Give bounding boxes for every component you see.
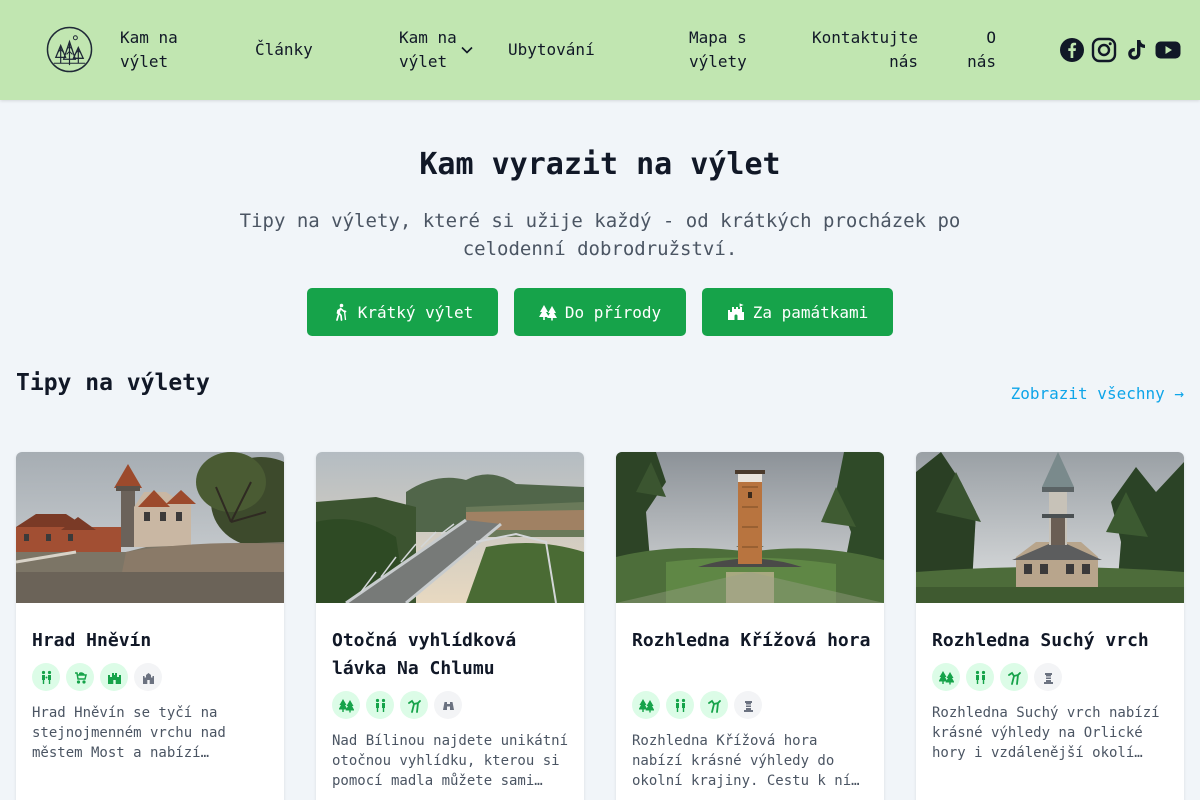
castle-icon xyxy=(727,303,744,320)
trees-icon xyxy=(932,663,960,691)
nav-label: nás xyxy=(967,52,996,71)
card-title-text: Rozhledna Křížová hora xyxy=(632,630,871,651)
chevron-down-icon[interactable] xyxy=(460,43,474,57)
description-line: městem Most a nabízí… xyxy=(32,745,210,761)
show-all-link[interactable]: Zobrazit všechny → xyxy=(1011,383,1184,405)
nav-label: Kam na xyxy=(399,28,457,47)
card-image[interactable] xyxy=(916,452,1184,603)
facebook-icon[interactable] xyxy=(1059,37,1085,63)
nav-kam-na-vylet[interactable]: Kam na výlet xyxy=(120,26,178,74)
subtitle-line: celodenní dobrodružství. xyxy=(462,238,738,260)
nav-kam-na-vylet-dropdown[interactable]: Kam na výlet xyxy=(399,26,457,74)
instagram-icon[interactable] xyxy=(1091,37,1117,63)
section-title: Tipy na výlety xyxy=(16,370,210,396)
stroller-icon xyxy=(66,663,94,691)
nav-label: nás xyxy=(889,52,918,71)
youtube-icon[interactable] xyxy=(1155,37,1181,63)
bike-icon xyxy=(700,691,728,719)
description-line: okolní krajiny. Cestu k ní… xyxy=(632,773,860,789)
trip-card-krizova-hora[interactable]: Rozhledna Křížová hora Rozhledna Křížová… xyxy=(616,452,884,800)
nav-ubytovani[interactable]: Ubytování xyxy=(508,38,595,62)
trees-icon xyxy=(332,691,360,719)
subtitle-line: Tipy na výlety, které si užije každý - o… xyxy=(239,210,961,232)
card-description: Nad Bílinou najdete unikátní otočnou vyh… xyxy=(332,731,572,791)
trip-card-hrad-hnevin[interactable]: Hrad Hněvín Hrad Hněvín se tyčí na stejn… xyxy=(16,452,284,800)
family-icon xyxy=(32,663,60,691)
family-icon xyxy=(966,663,994,691)
nav-mapa-s-vylety[interactable]: Mapa s výlety xyxy=(689,26,747,74)
description-line: pomocí madla můžete sami… xyxy=(332,773,543,789)
nav-label: výlet xyxy=(399,52,448,71)
nature-button[interactable]: Do přírody xyxy=(514,288,686,336)
nav-kontaktujte-nas[interactable]: Kontaktujte nás xyxy=(812,26,918,74)
nav-clanky[interactable]: Články xyxy=(255,38,313,62)
trip-card-suchy-vrch[interactable]: Rozhledna Suchý vrch Rozhledna Suchý vrc… xyxy=(916,452,1184,800)
tiktok-icon[interactable] xyxy=(1124,37,1148,63)
description-line: krásné výhledy na Orlické xyxy=(932,725,1143,741)
card-tags xyxy=(332,691,462,719)
nav-label: výlet xyxy=(120,52,169,71)
site-header: Kam na výlet Články Kam na výlet Ubytová… xyxy=(0,0,1200,100)
card-tags xyxy=(932,663,1062,691)
card-description: Rozhledna Křížová hora nabízí krásné výh… xyxy=(632,731,872,791)
description-line: Hrad Hněvín se tyčí na xyxy=(32,705,218,721)
nav-label: Kontaktujte xyxy=(812,28,918,47)
monuments-button[interactable]: Za památkami xyxy=(702,288,893,336)
description-line: otočnou vyhlídku, kterou si xyxy=(332,753,560,769)
nav-label: výlety xyxy=(689,52,747,71)
bike-icon xyxy=(400,691,428,719)
nav-label: Kam na xyxy=(120,28,178,47)
nav-label: Články xyxy=(255,40,313,59)
card-image[interactable] xyxy=(316,452,584,603)
card-title[interactable]: Rozhledna Křížová hora xyxy=(632,627,872,655)
nav-label: Mapa s xyxy=(689,28,747,47)
card-description: Rozhledna Suchý vrch nabízí krásné výhle… xyxy=(932,703,1172,763)
description-line: nabízí krásné výhledy do xyxy=(632,753,835,769)
button-label: Do přírody xyxy=(564,302,662,322)
card-tags xyxy=(632,691,762,719)
family-icon xyxy=(366,691,394,719)
card-image[interactable] xyxy=(16,452,284,603)
description-line: hory i vzdálenější okolí… xyxy=(932,745,1143,761)
trip-card-otocna-lavka[interactable]: Otočná vyhlídková lávka Na Chlumu Nad Bí… xyxy=(316,452,584,800)
card-title[interactable]: Hrad Hněvín xyxy=(32,627,272,655)
bike-icon xyxy=(1000,663,1028,691)
short-trip-button[interactable]: Krátký výlet xyxy=(307,288,498,336)
trees-icon xyxy=(538,305,557,321)
castle-icon xyxy=(134,663,162,691)
description-line: stejnojmenném vrchu nad xyxy=(32,725,226,741)
family-icon xyxy=(666,691,694,719)
description-line: Nad Bílinou najdete unikátní xyxy=(332,733,569,749)
button-label: Krátký výlet xyxy=(357,302,474,322)
card-title-text: Otočná vyhlídková lávka Na Chlumu xyxy=(332,630,517,679)
card-title[interactable]: Rozhledna Suchý vrch xyxy=(932,627,1172,655)
nav-label: Ubytování xyxy=(508,40,595,59)
logo-icon[interactable] xyxy=(46,26,93,73)
page-subtitle: Tipy na výlety, které si užije každý - o… xyxy=(200,207,1000,263)
card-tags xyxy=(32,663,162,691)
nav-o-nas[interactable]: O nás xyxy=(960,26,996,74)
description-line: Rozhledna Suchý vrch nabízí xyxy=(932,705,1160,721)
nav-label: O xyxy=(986,28,996,47)
description-line: Rozhledna Křížová hora xyxy=(632,733,818,749)
tower-icon xyxy=(1034,663,1062,691)
binoculars-icon xyxy=(434,691,462,719)
card-description: Hrad Hněvín se tyčí na stejnojmenném vrc… xyxy=(32,703,272,763)
card-title[interactable]: Otočná vyhlídková lávka Na Chlumu xyxy=(332,627,572,683)
hiker-icon xyxy=(335,303,347,321)
card-image[interactable] xyxy=(616,452,884,603)
trees-icon xyxy=(632,691,660,719)
tower-icon xyxy=(734,691,762,719)
button-label: Za památkami xyxy=(752,302,869,322)
castle-icon xyxy=(100,663,128,691)
page-title: Kam vyrazit na výlet xyxy=(419,147,781,182)
